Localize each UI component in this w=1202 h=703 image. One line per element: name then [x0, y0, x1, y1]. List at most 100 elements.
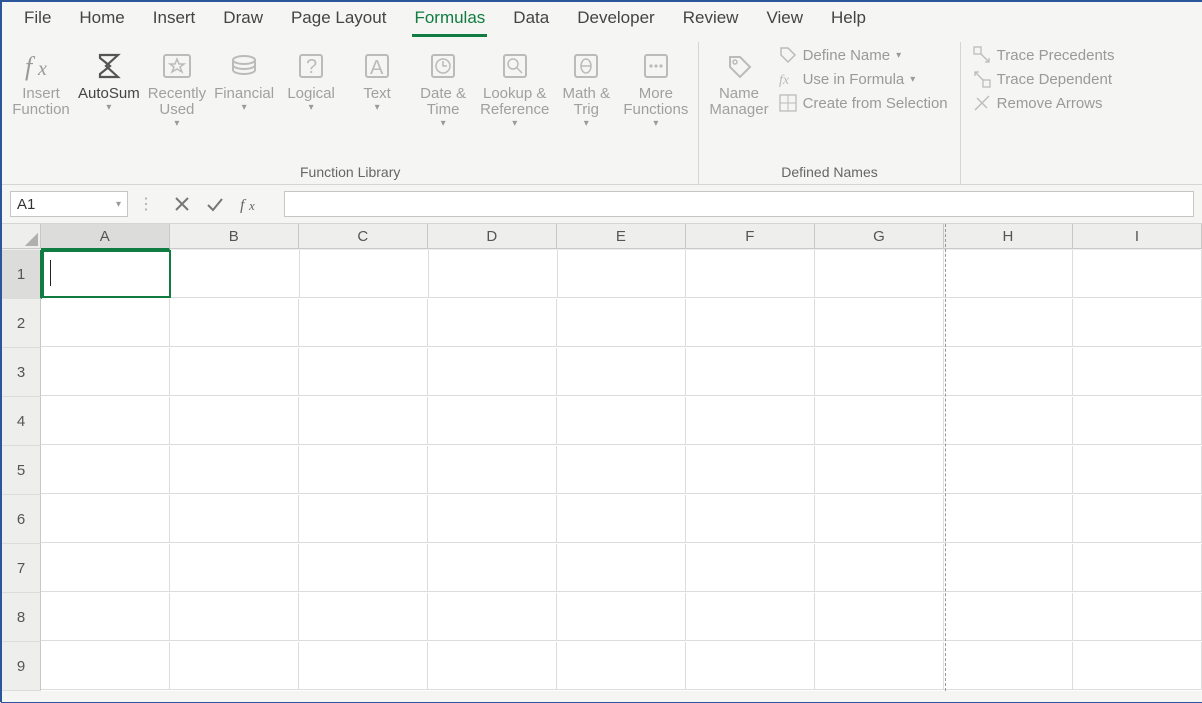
- fx-icon[interactable]: fx: [240, 195, 264, 213]
- cell-A6[interactable]: [41, 495, 170, 543]
- col-header-e[interactable]: E: [557, 224, 686, 249]
- tab-home[interactable]: Home: [65, 2, 138, 36]
- cell-H1[interactable]: [944, 250, 1073, 298]
- recently-used-button[interactable]: Recently Used ▾: [144, 42, 210, 129]
- cell-H8[interactable]: [944, 593, 1073, 641]
- cell-E3[interactable]: [557, 348, 686, 396]
- name-manager-button[interactable]: Name Manager: [705, 42, 772, 118]
- cell-D2[interactable]: [428, 299, 557, 347]
- enter-icon[interactable]: [206, 196, 224, 212]
- cell-E9[interactable]: [557, 642, 686, 690]
- cell-E6[interactable]: [557, 495, 686, 543]
- tab-review[interactable]: Review: [669, 2, 753, 36]
- col-header-d[interactable]: D: [428, 224, 557, 249]
- tab-help[interactable]: Help: [817, 2, 880, 36]
- logical-button[interactable]: ? Logical ▾: [278, 42, 344, 113]
- col-header-h[interactable]: H: [944, 224, 1073, 249]
- cell-I5[interactable]: [1073, 446, 1202, 494]
- cell-G4[interactable]: [815, 397, 944, 445]
- cell-B3[interactable]: [170, 348, 299, 396]
- cell-D5[interactable]: [428, 446, 557, 494]
- cell-A8[interactable]: [41, 593, 170, 641]
- col-header-a[interactable]: A: [41, 224, 170, 250]
- cell-G2[interactable]: [815, 299, 944, 347]
- math-trig-button[interactable]: Math & Trig ▾: [553, 42, 619, 129]
- cell-H9[interactable]: [944, 642, 1073, 690]
- cell-C6[interactable]: [299, 495, 428, 543]
- cell-E5[interactable]: [557, 446, 686, 494]
- tab-developer[interactable]: Developer: [563, 2, 669, 36]
- tab-view[interactable]: View: [752, 2, 817, 36]
- col-header-f[interactable]: F: [686, 224, 815, 249]
- cell-D1[interactable]: [429, 250, 558, 298]
- row-header-9[interactable]: 9: [2, 642, 41, 691]
- cell-I4[interactable]: [1073, 397, 1202, 445]
- row-header-8[interactable]: 8: [2, 593, 41, 642]
- cell-C2[interactable]: [299, 299, 428, 347]
- tab-file[interactable]: File: [10, 2, 65, 36]
- cell-I8[interactable]: [1073, 593, 1202, 641]
- cell-I6[interactable]: [1073, 495, 1202, 543]
- cell-B8[interactable]: [170, 593, 299, 641]
- text-button[interactable]: A Text ▾: [344, 42, 410, 113]
- cell-F9[interactable]: [686, 642, 815, 690]
- cell-D3[interactable]: [428, 348, 557, 396]
- cell-A5[interactable]: [41, 446, 170, 494]
- cell-C8[interactable]: [299, 593, 428, 641]
- cell-F7[interactable]: [686, 544, 815, 592]
- cell-A7[interactable]: [41, 544, 170, 592]
- col-header-g[interactable]: G: [815, 224, 944, 249]
- cell-C3[interactable]: [299, 348, 428, 396]
- cell-G7[interactable]: [815, 544, 944, 592]
- cell-I2[interactable]: [1073, 299, 1202, 347]
- cell-F6[interactable]: [686, 495, 815, 543]
- cell-E7[interactable]: [557, 544, 686, 592]
- cell-B2[interactable]: [170, 299, 299, 347]
- cell-C9[interactable]: [299, 642, 428, 690]
- use-in-formula-button[interactable]: fx Use in Formula ▾: [779, 70, 948, 88]
- cell-A4[interactable]: [41, 397, 170, 445]
- cell-C4[interactable]: [299, 397, 428, 445]
- cell-G9[interactable]: [815, 642, 944, 690]
- row-header-1[interactable]: 1: [2, 250, 42, 299]
- cell-B4[interactable]: [170, 397, 299, 445]
- cell-A1[interactable]: [42, 250, 171, 298]
- name-box[interactable]: A1 ▾: [10, 191, 128, 217]
- cell-F8[interactable]: [686, 593, 815, 641]
- cell-C5[interactable]: [299, 446, 428, 494]
- cell-F2[interactable]: [686, 299, 815, 347]
- row-header-5[interactable]: 5: [2, 446, 41, 495]
- row-header-3[interactable]: 3: [2, 348, 41, 397]
- col-header-c[interactable]: C: [299, 224, 428, 249]
- tab-page-layout[interactable]: Page Layout: [277, 2, 400, 36]
- row-header-7[interactable]: 7: [2, 544, 41, 593]
- row-header-6[interactable]: 6: [2, 495, 41, 544]
- create-from-selection-button[interactable]: Create from Selection: [779, 94, 948, 112]
- cell-B6[interactable]: [170, 495, 299, 543]
- cell-G8[interactable]: [815, 593, 944, 641]
- autosum-button[interactable]: AutoSum ▾: [74, 42, 144, 113]
- trace-precedents-button[interactable]: Trace Precedents: [973, 46, 1115, 64]
- cell-B7[interactable]: [170, 544, 299, 592]
- cell-I9[interactable]: [1073, 642, 1202, 690]
- cell-F1[interactable]: [686, 250, 815, 298]
- cancel-icon[interactable]: [174, 196, 190, 212]
- cell-B9[interactable]: [170, 642, 299, 690]
- col-header-b[interactable]: B: [170, 224, 299, 249]
- cell-A3[interactable]: [41, 348, 170, 396]
- row-header-2[interactable]: 2: [2, 299, 41, 348]
- cell-H4[interactable]: [944, 397, 1073, 445]
- more-options-icon[interactable]: ⋮: [138, 194, 154, 214]
- cell-H5[interactable]: [944, 446, 1073, 494]
- cell-G3[interactable]: [815, 348, 944, 396]
- cell-F5[interactable]: [686, 446, 815, 494]
- lookup-reference-button[interactable]: Lookup & Reference ▾: [476, 42, 553, 129]
- more-functions-button[interactable]: More Functions ▾: [619, 42, 692, 129]
- cell-G6[interactable]: [815, 495, 944, 543]
- cell-I1[interactable]: [1073, 250, 1202, 298]
- cell-B5[interactable]: [170, 446, 299, 494]
- financial-button[interactable]: Financial ▾: [210, 42, 278, 113]
- cell-A2[interactable]: [41, 299, 170, 347]
- cell-H2[interactable]: [944, 299, 1073, 347]
- cell-A9[interactable]: [41, 642, 170, 690]
